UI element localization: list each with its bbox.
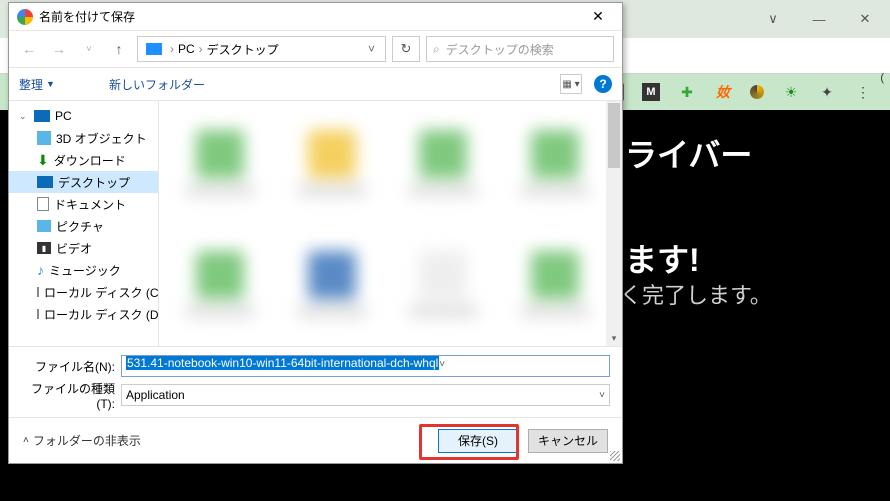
disk-icon	[37, 309, 39, 319]
new-folder-button[interactable]: 新しいフォルダー	[109, 76, 205, 93]
pc-icon	[34, 110, 50, 122]
file-list[interactable]: ▾	[159, 101, 622, 346]
filetype-dropdown-icon[interactable]: ˅	[599, 390, 605, 401]
filetype-label: ファイルの種類(T):	[21, 380, 121, 411]
download-icon: ⬇	[37, 152, 49, 169]
tree-node-3d[interactable]: 3D オブジェクト	[9, 127, 158, 149]
music-icon: ♪	[37, 262, 44, 278]
path-dropdown-icon[interactable]: ˅	[362, 42, 381, 56]
chevron-right-icon[interactable]: ›	[197, 42, 205, 56]
forward-button: →	[47, 37, 71, 61]
stray-char: (	[880, 72, 884, 84]
hide-folders-toggle[interactable]: ˄フォルダーの非表示	[23, 432, 141, 449]
search-icon: ⌕	[433, 42, 440, 57]
filetype-select[interactable]: Application˅	[121, 384, 610, 406]
document-icon	[37, 197, 49, 211]
up-button[interactable]: ↑	[107, 37, 131, 61]
tree-node-disk-d[interactable]: ローカル ディスク (D:)	[9, 303, 158, 325]
picture-icon	[37, 220, 51, 232]
disk-icon	[37, 287, 39, 297]
browser-close-icon[interactable]: ✕	[858, 12, 872, 26]
pc-icon	[146, 43, 162, 55]
ext-plus-icon[interactable]: ✚	[678, 83, 696, 101]
path-seg-pc[interactable]: PC	[178, 42, 195, 56]
save-fields: ファイル名(N): 531.41-notebook-win10-win11-64…	[9, 346, 622, 417]
tree-node-documents[interactable]: ドキュメント	[9, 193, 158, 215]
help-button[interactable]: ?	[594, 75, 612, 93]
recent-dropdown[interactable]: ˅	[77, 37, 101, 61]
refresh-button[interactable]: ↻	[392, 36, 420, 62]
dialog-close-button[interactable]: ✕	[578, 6, 618, 28]
tree-node-desktop[interactable]: デスクトップ	[9, 171, 158, 193]
file-items-blurred	[169, 107, 606, 340]
filename-input[interactable]: 531.41-notebook-win10-win11-64bit-intern…	[121, 355, 610, 377]
address-path[interactable]: › PC › デスクトップ ˅	[137, 36, 386, 62]
tree-node-videos[interactable]: ▮ビデオ	[9, 237, 158, 259]
dialog-navbar: ← → ˅ ↑ › PC › デスクトップ ˅ ↻ ⌕ デスクトップの検索	[9, 31, 622, 67]
file-list-scrollbar[interactable]: ▾	[606, 101, 622, 346]
dialog-footer: ˄フォルダーの非表示 保存(S) キャンセル	[9, 417, 622, 463]
filename-dropdown-icon[interactable]: ˅	[439, 359, 445, 370]
extensions-puzzle-icon[interactable]: ✦	[818, 83, 836, 101]
video-icon: ▮	[37, 242, 51, 254]
tree-node-music[interactable]: ♪ミュージック	[9, 259, 158, 281]
chrome-icon	[17, 9, 33, 25]
search-input[interactable]: ⌕ デスクトップの検索	[426, 36, 614, 62]
3d-icon	[37, 131, 51, 145]
chevron-up-icon: ˄	[23, 435, 29, 446]
scrollbar-thumb[interactable]	[608, 103, 620, 168]
dialog-title: 名前を付けて保存	[39, 8, 578, 25]
filename-label: ファイル名(N):	[21, 358, 121, 375]
view-mode-button[interactable]: ▦ ▾	[560, 74, 582, 94]
ext-green-icon[interactable]: ☀	[782, 83, 800, 101]
browser-menu-icon[interactable]: ⋮	[854, 83, 872, 101]
ext-ga-icon[interactable]: 奻	[714, 83, 732, 101]
page-heading-2: ます!	[625, 235, 700, 281]
cancel-button[interactable]: キャンセル	[528, 429, 608, 453]
page-subline: く完了します。	[620, 278, 772, 310]
resize-grip[interactable]	[610, 451, 620, 461]
ext-m-icon[interactable]: M	[642, 83, 660, 101]
tree-node-pictures[interactable]: ピクチャ	[9, 215, 158, 237]
folder-tree[interactable]: ⌄PC 3D オブジェクト ⬇ダウンロード デスクトップ ドキュメント ピクチャ…	[9, 101, 159, 346]
tree-node-downloads[interactable]: ⬇ダウンロード	[9, 149, 158, 171]
chevron-right-icon[interactable]: ›	[168, 42, 176, 56]
path-seg-desktop[interactable]: デスクトップ	[207, 41, 279, 58]
organize-menu[interactable]: 整理▼	[19, 76, 55, 93]
tree-node-disk-c[interactable]: ローカル ディスク (C:)	[9, 281, 158, 303]
page-heading-1: ライバー	[625, 130, 752, 176]
tree-node-pc[interactable]: ⌄PC	[9, 105, 158, 127]
search-placeholder: デスクトップの検索	[446, 41, 554, 58]
dialog-toolbar: 整理▼ 新しいフォルダー ▦ ▾ ?	[9, 67, 622, 101]
dialog-titlebar: 名前を付けて保存 ✕	[9, 3, 622, 31]
browser-line-icon: —	[812, 12, 826, 26]
back-button[interactable]: ←	[17, 37, 41, 61]
desktop-icon	[37, 176, 53, 188]
ext-circle-icon[interactable]	[750, 85, 764, 99]
browser-restore-icon[interactable]: ∨	[766, 12, 780, 26]
save-as-dialog: 名前を付けて保存 ✕ ← → ˅ ↑ › PC › デスクトップ ˅ ↻ ⌕ デ…	[8, 2, 623, 464]
save-button[interactable]: 保存(S)	[438, 429, 518, 453]
scroll-down-icon[interactable]: ▾	[606, 330, 622, 346]
